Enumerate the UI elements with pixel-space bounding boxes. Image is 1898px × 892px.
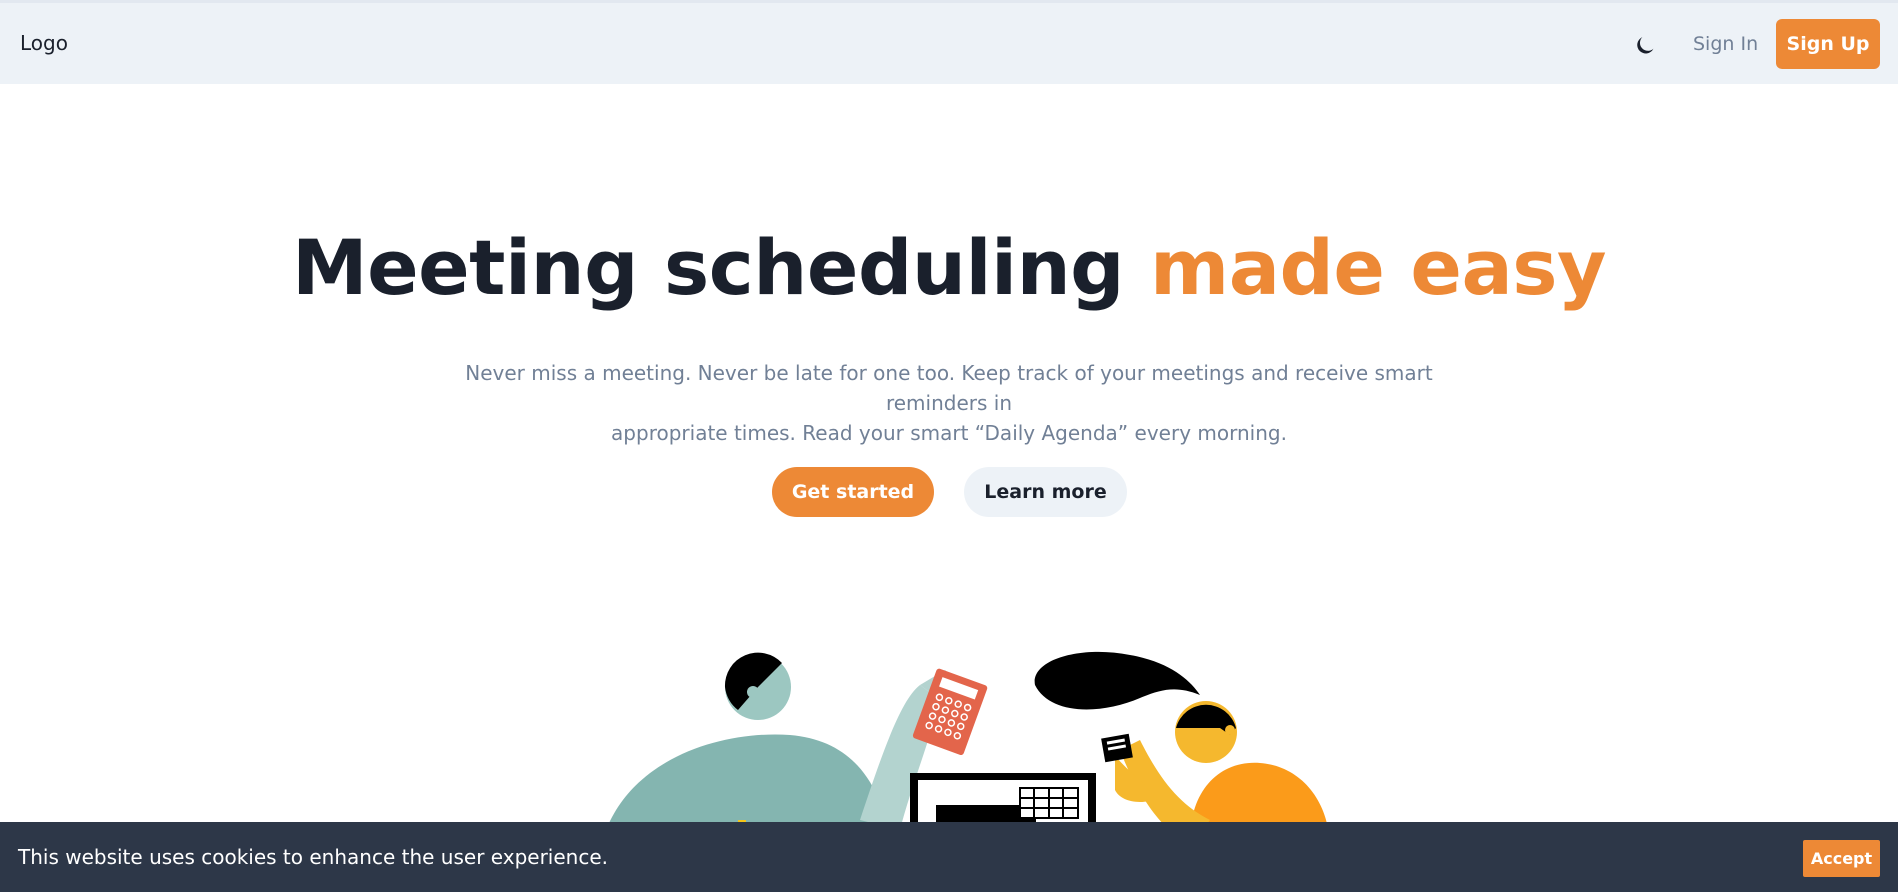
site-header: Logo Sign In Sign Up xyxy=(0,3,1898,84)
get-started-button[interactable]: Get started xyxy=(772,467,934,517)
landing-page: Logo Sign In Sign Up Meeting scheduling … xyxy=(0,0,1898,892)
hero-title-accent: made easy xyxy=(1150,223,1607,312)
meeting-illustration xyxy=(600,651,1330,840)
learn-more-button[interactable]: Learn more xyxy=(964,467,1127,517)
cookie-message: This website uses cookies to enhance the… xyxy=(18,845,608,869)
sign-up-button[interactable]: Sign Up xyxy=(1776,19,1880,69)
logo[interactable]: Logo xyxy=(20,31,68,55)
hero-subtitle: Never miss a meeting. Never be late for … xyxy=(449,358,1449,448)
cookie-banner: This website uses cookies to enhance the… xyxy=(0,822,1898,892)
hero-title: Meeting scheduling made easy xyxy=(0,223,1898,313)
moon-icon-svg xyxy=(1637,37,1654,54)
sign-in-link[interactable]: Sign In xyxy=(1693,33,1758,55)
accept-cookies-button[interactable]: Accept xyxy=(1803,840,1880,877)
hero-title-main: Meeting scheduling xyxy=(291,223,1125,312)
hero-subtitle-line-2: appropriate times. Read your smart “Dail… xyxy=(611,421,1287,445)
hero-subtitle-line-1: Never miss a meeting. Never be late for … xyxy=(465,361,1433,415)
moon-icon[interactable] xyxy=(1634,31,1660,57)
